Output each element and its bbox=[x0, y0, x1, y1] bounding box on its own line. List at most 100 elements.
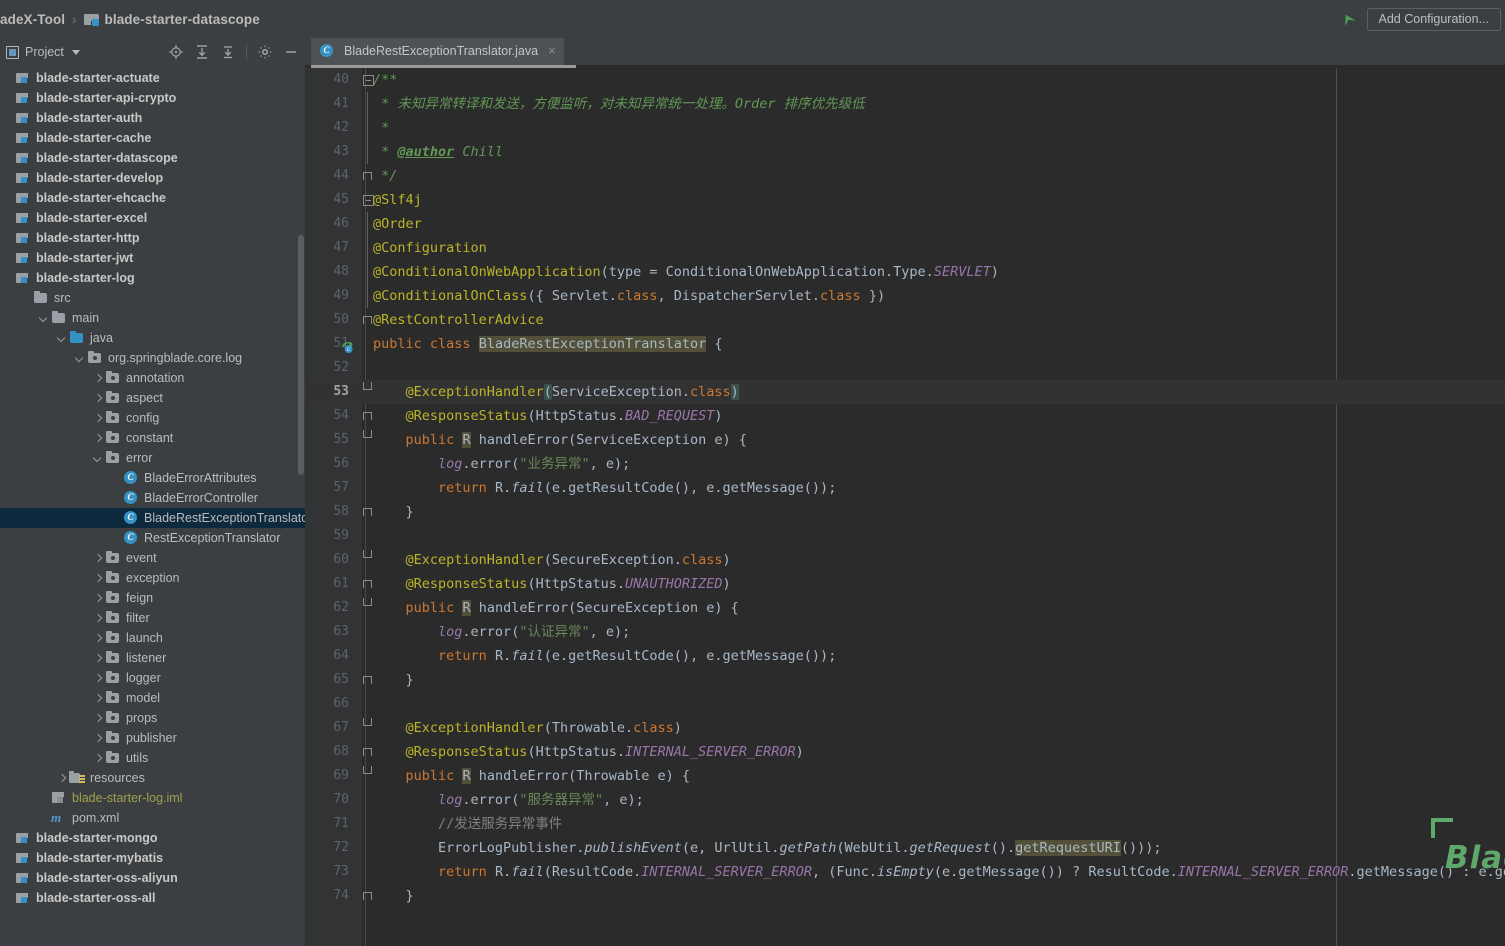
module-icon bbox=[15, 251, 31, 265]
build-arrow-icon[interactable] bbox=[1337, 8, 1359, 30]
chevron-right-icon[interactable] bbox=[92, 393, 103, 404]
chevron-right-icon[interactable] bbox=[92, 433, 103, 444]
fold-region-end-icon[interactable] bbox=[363, 412, 372, 420]
chevron-right-icon[interactable] bbox=[92, 613, 103, 624]
tree-item-publisher[interactable]: publisher bbox=[0, 728, 305, 748]
tree-item-error[interactable]: error bbox=[0, 448, 305, 468]
chevron-right-icon[interactable] bbox=[92, 693, 103, 704]
fold-region-end-icon[interactable] bbox=[363, 382, 372, 390]
chevron-down-icon[interactable] bbox=[71, 49, 80, 55]
tree-item-filter[interactable]: filter bbox=[0, 608, 305, 628]
chevron-right-icon[interactable] bbox=[92, 733, 103, 744]
tree-item-logger[interactable]: logger bbox=[0, 668, 305, 688]
tree-item-constant[interactable]: constant bbox=[0, 428, 305, 448]
editor-tab-bladerestexceptiontranslator[interactable]: BladeRestExceptionTranslator.java × bbox=[311, 38, 564, 65]
locate-icon[interactable] bbox=[168, 44, 184, 60]
minimize-icon[interactable] bbox=[283, 44, 299, 60]
project-tree[interactable]: blade-starter-actuate blade-starter-api-c… bbox=[0, 68, 305, 908]
tree-item-blade-starter-datascope[interactable]: blade-starter-datascope bbox=[0, 148, 305, 168]
tree-item-java[interactable]: java bbox=[0, 328, 305, 348]
chevron-right-icon[interactable] bbox=[92, 673, 103, 684]
tree-item-restexceptiontranslator[interactable]: RestExceptionTranslator bbox=[0, 528, 305, 548]
tree-item-org-springblade-core-log[interactable]: org.springblade.core.log bbox=[0, 348, 305, 368]
breadcrumb-module[interactable]: blade-starter-datascope bbox=[105, 12, 260, 27]
code-text: public class BladeRestExceptionTranslato… bbox=[373, 336, 723, 352]
fold-region-end-icon[interactable] bbox=[363, 508, 372, 516]
tree-item-blade-starter-jwt[interactable]: blade-starter-jwt bbox=[0, 248, 305, 268]
tree-item-blade-starter-http[interactable]: blade-starter-http bbox=[0, 228, 305, 248]
tree-item-annotation[interactable]: annotation bbox=[0, 368, 305, 388]
tree-item-model[interactable]: model bbox=[0, 688, 305, 708]
tree-item-exception[interactable]: exception bbox=[0, 568, 305, 588]
tree-item-label: blade-starter-mybatis bbox=[36, 851, 164, 865]
add-configuration-button[interactable]: Add Configuration... bbox=[1366, 7, 1501, 31]
tree-item-event[interactable]: event bbox=[0, 548, 305, 568]
chevron-right-icon[interactable] bbox=[92, 373, 103, 384]
tree-item-main[interactable]: main bbox=[0, 308, 305, 328]
fold-region-end-icon[interactable] bbox=[363, 430, 372, 438]
chevron-right-icon[interactable] bbox=[92, 573, 103, 584]
code-editor[interactable]: 40 /** 41 * 未知异常转译和发送，方便监听，对未知异常统一处理。Order… bbox=[305, 68, 1505, 946]
tree-item-blade-starter-develop[interactable]: blade-starter-develop bbox=[0, 168, 305, 188]
chevron-down-icon[interactable] bbox=[38, 313, 49, 324]
chevron-right-icon[interactable] bbox=[56, 773, 67, 784]
tree-item-bladeerrorcontroller[interactable]: BladeErrorController bbox=[0, 488, 305, 508]
fold-region-end-icon[interactable] bbox=[363, 316, 372, 324]
chevron-right-icon[interactable] bbox=[92, 753, 103, 764]
tree-item-blade-starter-log[interactable]: blade-starter-log bbox=[0, 268, 305, 288]
tree-item-blade-starter-api-crypto[interactable]: blade-starter-api-crypto bbox=[0, 88, 305, 108]
chevron-down-icon[interactable] bbox=[74, 353, 85, 364]
project-title-group[interactable]: Project bbox=[0, 45, 80, 59]
fold-region-line bbox=[367, 236, 368, 260]
tree-item-bladeerrorattributes[interactable]: BladeErrorAttributes bbox=[0, 468, 305, 488]
collapse-all-icon[interactable] bbox=[220, 44, 236, 60]
tree-item-listener[interactable]: listener bbox=[0, 648, 305, 668]
gear-icon[interactable] bbox=[257, 44, 273, 60]
chevron-down-icon[interactable] bbox=[92, 453, 103, 464]
close-icon[interactable]: × bbox=[548, 44, 556, 57]
tree-item-launch[interactable]: launch bbox=[0, 628, 305, 648]
gutter-class-marker-icon[interactable]: C bbox=[341, 338, 354, 353]
tree-item-blade-starter-excel[interactable]: blade-starter-excel bbox=[0, 208, 305, 228]
tree-item-src[interactable]: src bbox=[0, 288, 305, 308]
tree-item-utils[interactable]: utils bbox=[0, 748, 305, 768]
tree-item-resources[interactable]: resources bbox=[0, 768, 305, 788]
tree-item-blade-starter-oss-all[interactable]: blade-starter-oss-all bbox=[0, 888, 305, 908]
expand-all-icon[interactable] bbox=[194, 44, 210, 60]
fold-region-end-icon[interactable] bbox=[363, 766, 372, 774]
module-icon bbox=[15, 191, 31, 205]
tree-item-blade-starter-actuate[interactable]: blade-starter-actuate bbox=[0, 68, 305, 88]
tree-item-bladerestexceptiontranslator[interactable]: BladeRestExceptionTranslator bbox=[0, 508, 305, 528]
line-number: 41 bbox=[333, 96, 349, 111]
fold-region-end-icon[interactable] bbox=[363, 748, 372, 756]
chevron-right-icon[interactable] bbox=[92, 593, 103, 604]
chevron-right-icon[interactable] bbox=[92, 653, 103, 664]
fold-region-end-icon[interactable] bbox=[363, 718, 372, 726]
tree-item-blade-starter-oss-aliyun[interactable]: blade-starter-oss-aliyun bbox=[0, 868, 305, 888]
tree-item-aspect[interactable]: aspect bbox=[0, 388, 305, 408]
tree-item-config[interactable]: config bbox=[0, 408, 305, 428]
chevron-right-icon[interactable] bbox=[92, 633, 103, 644]
tree-item-blade-starter-cache[interactable]: blade-starter-cache bbox=[0, 128, 305, 148]
tree-item-blade-starter-mongo[interactable]: blade-starter-mongo bbox=[0, 828, 305, 848]
chevron-right-icon[interactable] bbox=[92, 713, 103, 724]
chevron-right-icon[interactable] bbox=[92, 553, 103, 564]
fold-region-end-icon[interactable] bbox=[363, 598, 372, 606]
fold-region-end-icon[interactable] bbox=[363, 550, 372, 558]
line-number: 65 bbox=[333, 672, 349, 687]
tree-item-pom-xml[interactable]: pom.xml bbox=[0, 808, 305, 828]
breadcrumb-project[interactable]: adeX-Tool bbox=[0, 12, 65, 27]
fold-region-end-icon[interactable] bbox=[363, 580, 372, 588]
chevron-right-icon[interactable] bbox=[92, 413, 103, 424]
fold-region-end-icon[interactable] bbox=[363, 892, 372, 900]
tree-item-blade-starter-auth[interactable]: blade-starter-auth bbox=[0, 108, 305, 128]
chevron-down-icon[interactable] bbox=[56, 333, 67, 344]
tree-item-blade-starter-log-iml[interactable]: blade-starter-log.iml bbox=[0, 788, 305, 808]
tree-item-blade-starter-ehcache[interactable]: blade-starter-ehcache bbox=[0, 188, 305, 208]
fold-region-end-icon[interactable] bbox=[363, 172, 372, 180]
tree-item-feign[interactable]: feign bbox=[0, 588, 305, 608]
tree-item-props[interactable]: props bbox=[0, 708, 305, 728]
tree-item-blade-starter-mybatis[interactable]: blade-starter-mybatis bbox=[0, 848, 305, 868]
project-tree-scrollbar[interactable] bbox=[298, 235, 304, 475]
fold-region-end-icon[interactable] bbox=[363, 676, 372, 684]
